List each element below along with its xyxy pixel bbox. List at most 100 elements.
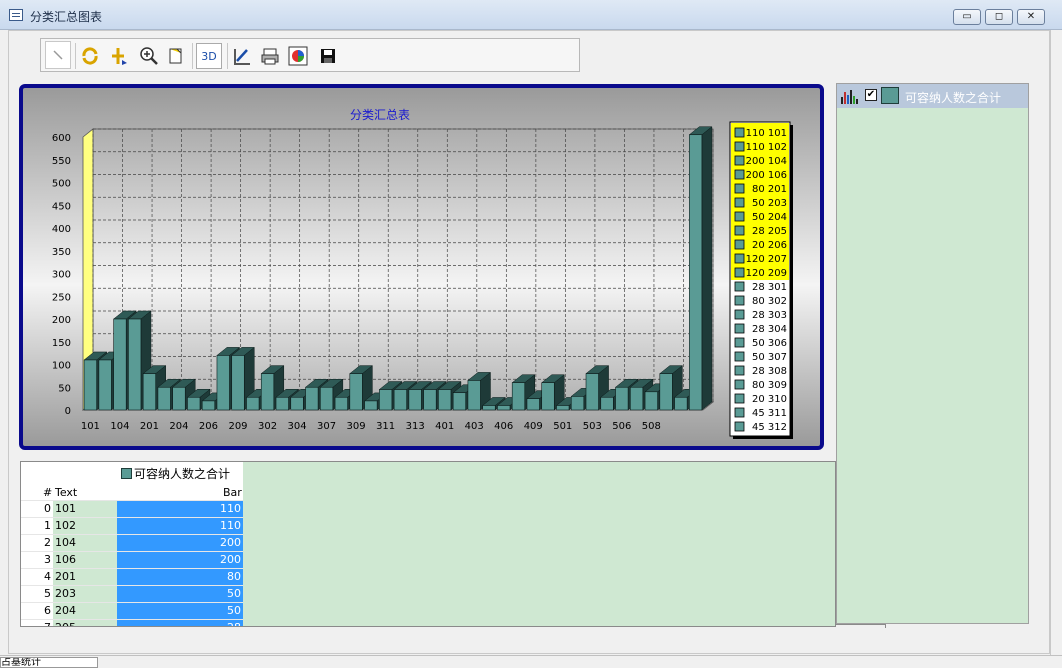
row-index: 6 — [44, 604, 51, 617]
legend-swatch — [734, 127, 745, 138]
y-tick-label: 550 — [52, 156, 71, 167]
table-row[interactable]: 4 201 80 — [21, 568, 243, 585]
table-row[interactable]: 1 102 110 — [21, 517, 243, 534]
row-bar-cell[interactable]: 110 — [117, 518, 243, 534]
print-button[interactable] — [259, 45, 281, 67]
row-text-cell[interactable]: 205 — [53, 620, 117, 626]
bar — [349, 373, 363, 411]
x-tick-label: 503 — [583, 421, 602, 432]
bar — [482, 405, 496, 411]
bar — [260, 373, 275, 411]
close-icon: ✕ — [1026, 11, 1036, 22]
row-text-cell[interactable]: 106 — [53, 552, 117, 568]
x-tick-label: 302 — [258, 421, 277, 432]
legend-entry: 110 102 — [746, 142, 787, 153]
series-color-swatch[interactable] — [881, 87, 899, 104]
bar — [659, 373, 673, 411]
legend-entry: 50 306 — [752, 338, 787, 349]
legend-entry: 200 104 — [746, 156, 787, 167]
row-text-cell[interactable]: 204 — [53, 603, 117, 619]
chart-toolbar: 3D — [40, 38, 580, 72]
x-tick-label: 104 — [110, 421, 129, 432]
table-row[interactable]: 6 204 50 — [21, 602, 243, 619]
legend-entry: 28 205 — [752, 226, 787, 237]
legend-swatch — [734, 281, 745, 292]
bar — [438, 389, 452, 411]
row-bar-cell[interactable]: 110 — [117, 501, 243, 517]
table-row[interactable]: 5 203 50 — [21, 585, 243, 602]
legend-swatch — [734, 239, 745, 250]
vertical-scrollbar[interactable] — [1050, 30, 1062, 655]
3d-toggle-button[interactable]: 3D — [196, 43, 222, 69]
palette-icon — [288, 46, 308, 66]
table-row[interactable]: 2 104 200 — [21, 534, 243, 551]
bar — [113, 318, 127, 411]
bar — [689, 134, 703, 411]
minimize-icon: ▭ — [962, 11, 972, 22]
row-text-cell[interactable]: 104 — [53, 535, 117, 551]
chart-title: 分类汇总表 — [350, 108, 410, 122]
bar — [379, 389, 393, 411]
legend-swatch — [734, 351, 745, 362]
window-title: 分类汇总图表 — [30, 10, 103, 24]
x-tick-label: 309 — [347, 421, 366, 432]
row-text-cell[interactable]: 201 — [53, 569, 117, 585]
legend-entry: 45 312 — [752, 422, 787, 433]
row-bar-cell[interactable]: 200 — [117, 552, 243, 568]
chart-area[interactable]: 分类汇总表 0 50 100 150 200 250 300 350 400 450 500 550 6… — [19, 84, 824, 450]
palette-button[interactable] — [287, 45, 309, 67]
bar — [570, 396, 585, 411]
row-text-cell[interactable]: 102 — [53, 518, 117, 534]
bar — [674, 396, 688, 411]
arrow-tool-button[interactable] — [45, 41, 71, 69]
bar — [497, 405, 511, 411]
row-bar-cell[interactable]: 200 — [117, 535, 243, 551]
x-tick-label: 313 — [406, 421, 425, 432]
bar — [187, 396, 201, 411]
table-row[interactable]: 3 106 200 — [21, 551, 243, 568]
legend-entry: 28 303 — [752, 310, 787, 321]
close-button[interactable]: ✕ — [1017, 9, 1045, 25]
y-tick-label: 350 — [52, 247, 71, 258]
legend-swatch — [734, 379, 745, 390]
rotate-button[interactable] — [79, 45, 101, 67]
bar — [172, 386, 186, 411]
table-row[interactable]: 720528 — [21, 619, 243, 626]
zoom-button[interactable] — [138, 45, 160, 67]
legend-swatch — [734, 197, 745, 208]
series-panel-header[interactable]: ✔ 可容纳人数之合计 — [837, 84, 1028, 108]
row-bar-cell[interactable]: 50 — [117, 603, 243, 619]
row-bar-cell[interactable]: 50 — [117, 586, 243, 602]
row-text-cell[interactable]: 203 — [53, 586, 117, 602]
save-button[interactable] — [317, 45, 339, 67]
row-bar-cell[interactable]: 80 — [117, 569, 243, 585]
bar — [83, 359, 97, 411]
minimize-button[interactable]: ▭ — [953, 9, 981, 25]
legend-swatch — [734, 169, 745, 180]
legend-swatch — [734, 421, 745, 432]
legend-swatch — [734, 183, 745, 194]
y-tick-label: 300 — [52, 270, 71, 281]
bar — [290, 396, 304, 411]
copy-button[interactable] — [166, 45, 188, 67]
row-bar-cell[interactable]: 28 — [117, 620, 243, 626]
bar — [585, 373, 599, 411]
y-tick-label: 250 — [52, 292, 71, 303]
printer-icon — [261, 48, 279, 65]
y-tick-label: 50 — [58, 383, 71, 394]
row-index: 5 — [44, 587, 51, 600]
bar — [393, 389, 407, 411]
series-visible-checkbox[interactable]: ✔ — [865, 89, 877, 101]
rotate-icon — [82, 47, 98, 65]
table-row[interactable]: 0 101 110 — [21, 500, 243, 517]
bar — [305, 386, 319, 411]
toolbar-separator — [192, 43, 193, 69]
title-bar[interactable]: 分类汇总图表 ▭ ◻ ✕ — [0, 0, 1062, 30]
x-tick-label: 304 — [288, 421, 307, 432]
grid-series-header: 可容纳人数之合计 — [121, 465, 230, 482]
move-button[interactable] — [107, 45, 129, 67]
data-grid[interactable]: 可容纳人数之合计 # Text Bar 0 101 110 1 102 110 2 104 20… — [20, 461, 836, 627]
restore-button[interactable]: ◻ — [985, 9, 1013, 25]
edit-chart-button[interactable] — [231, 45, 253, 67]
row-text-cell[interactable]: 101 — [53, 501, 117, 517]
